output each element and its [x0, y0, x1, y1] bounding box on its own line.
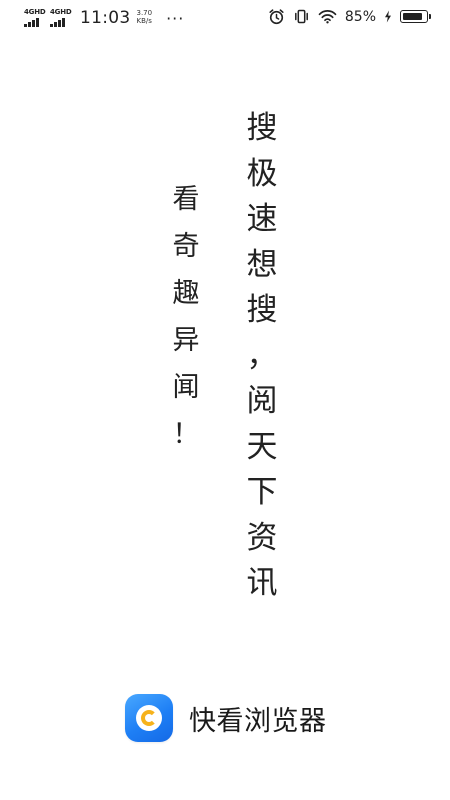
slogan-main-char: 极 — [246, 155, 278, 192]
network-speed-unit: KB/s — [136, 17, 152, 25]
slogan-main-char: 速 — [246, 201, 278, 237]
status-bar-right: 85% — [268, 8, 431, 25]
slogan-main-char: 搜 — [246, 110, 278, 146]
slogan-sub-char: 奇 — [172, 231, 200, 262]
brand-footer: 快看浏览器 — [125, 694, 327, 742]
slogan-sub-char: ！ — [172, 419, 200, 450]
status-bar-left: 4GHD 4GHD 11:03 3.70 KB/s ··· — [24, 8, 184, 28]
status-time: 11:03 — [80, 8, 131, 28]
app-name: 快看浏览器 — [189, 705, 327, 737]
slogan-main-char: 资 — [246, 519, 278, 556]
slogan-main-char: 讯 — [246, 565, 278, 601]
slogan-main-vertical: 搜极速想搜，阅天下资讯 — [240, 106, 284, 607]
more-notifications-icon: ··· — [166, 8, 185, 28]
network-speed: 3.70 KB/s — [137, 9, 153, 25]
slogan-sub-char: 闻 — [172, 372, 200, 403]
slogan-sub-char: 看 — [172, 184, 200, 215]
slogan-main-char: 想 — [246, 246, 278, 283]
slogan-main-char: 下 — [246, 474, 278, 510]
network-type-sim1: 4GHD — [24, 8, 46, 16]
vibrate-icon — [294, 9, 308, 24]
status-bar: 4GHD 4GHD 11:03 3.70 KB/s ··· 85% — [0, 0, 450, 36]
wifi-icon — [318, 10, 337, 24]
battery-fill — [403, 13, 422, 20]
signal-icon-sim1: 4GHD — [24, 9, 46, 27]
network-speed-value: 3.70 — [136, 9, 153, 17]
slogan-sub-vertical: 看奇趣异闻 ！ — [166, 176, 206, 458]
signal-icon-sim2: 4GHD — [50, 9, 72, 27]
battery-icon — [400, 10, 431, 23]
splash-screen: 4GHD 4GHD 11:03 3.70 KB/s ··· 85% 搜 极 速 … — [0, 0, 450, 800]
slogan-main-char: 阅 — [246, 383, 278, 419]
slogan-sub-char: 趣 — [172, 278, 200, 309]
slogan-sub-char: 异 — [172, 325, 200, 356]
alarm-icon — [269, 9, 284, 25]
kuaikan-browser-logo — [125, 694, 173, 742]
charging-icon — [385, 10, 391, 23]
slogan-main-char: 搜 — [246, 292, 278, 328]
slogan-main-char: 天 — [246, 428, 278, 465]
battery-percent: 85% — [344, 8, 376, 25]
slogan-main-char: ， — [246, 337, 278, 374]
network-type-sim2: 4GHD — [50, 8, 72, 16]
